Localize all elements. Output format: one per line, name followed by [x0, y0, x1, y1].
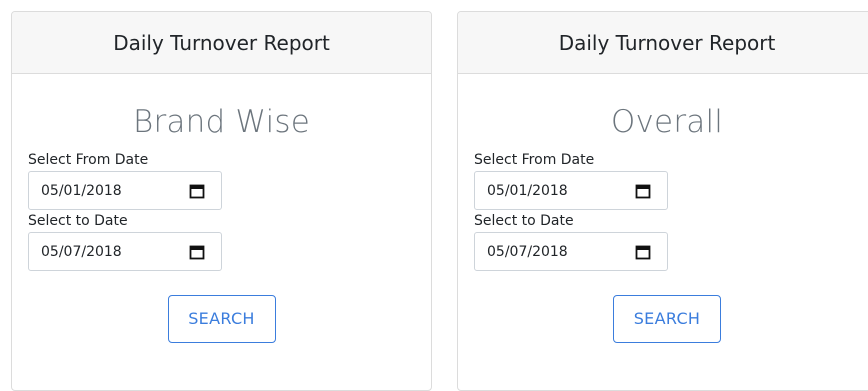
from-date-value: 05/01/2018 — [487, 182, 568, 199]
calendar-icon[interactable] — [189, 183, 205, 199]
calendar-icon[interactable] — [635, 183, 651, 199]
calendar-icon[interactable] — [635, 244, 651, 260]
search-button[interactable]: SEARCH — [613, 295, 721, 343]
to-date-value: 05/07/2018 — [41, 243, 122, 260]
button-row: SEARCH — [474, 295, 860, 343]
to-date-input[interactable]: 05/07/2018 — [28, 232, 222, 271]
from-date-label: Select From Date — [474, 152, 595, 168]
card-header: Daily Turnover Report — [458, 12, 868, 74]
to-date-label: Select to Date — [28, 213, 128, 229]
to-date-value: 05/07/2018 — [487, 243, 568, 260]
from-date-label: Select From Date — [28, 152, 149, 168]
brand-wise-report-card: Daily Turnover Report Brand Wise Select … — [11, 11, 432, 391]
from-date-input[interactable]: 05/01/2018 — [28, 171, 222, 210]
calendar-icon[interactable] — [189, 244, 205, 260]
overall-report-card: Daily Turnover Report Overall Select Fro… — [457, 11, 868, 391]
button-row: SEARCH — [28, 295, 415, 343]
report-subtitle: Overall — [610, 104, 724, 140]
card-body: Overall Select From Date 05/01/2018 Sele… — [458, 102, 868, 343]
report-subtitle: Brand Wise — [132, 104, 311, 140]
to-date-label: Select to Date — [474, 213, 574, 229]
to-date-input[interactable]: 05/07/2018 — [474, 232, 668, 271]
search-button[interactable]: SEARCH — [167, 295, 276, 343]
from-date-input[interactable]: 05/01/2018 — [474, 171, 668, 210]
card-body: Brand Wise Select From Date 05/01/2018 S… — [12, 102, 431, 343]
from-date-value: 05/01/2018 — [41, 182, 122, 199]
card-header: Daily Turnover Report — [12, 12, 431, 74]
